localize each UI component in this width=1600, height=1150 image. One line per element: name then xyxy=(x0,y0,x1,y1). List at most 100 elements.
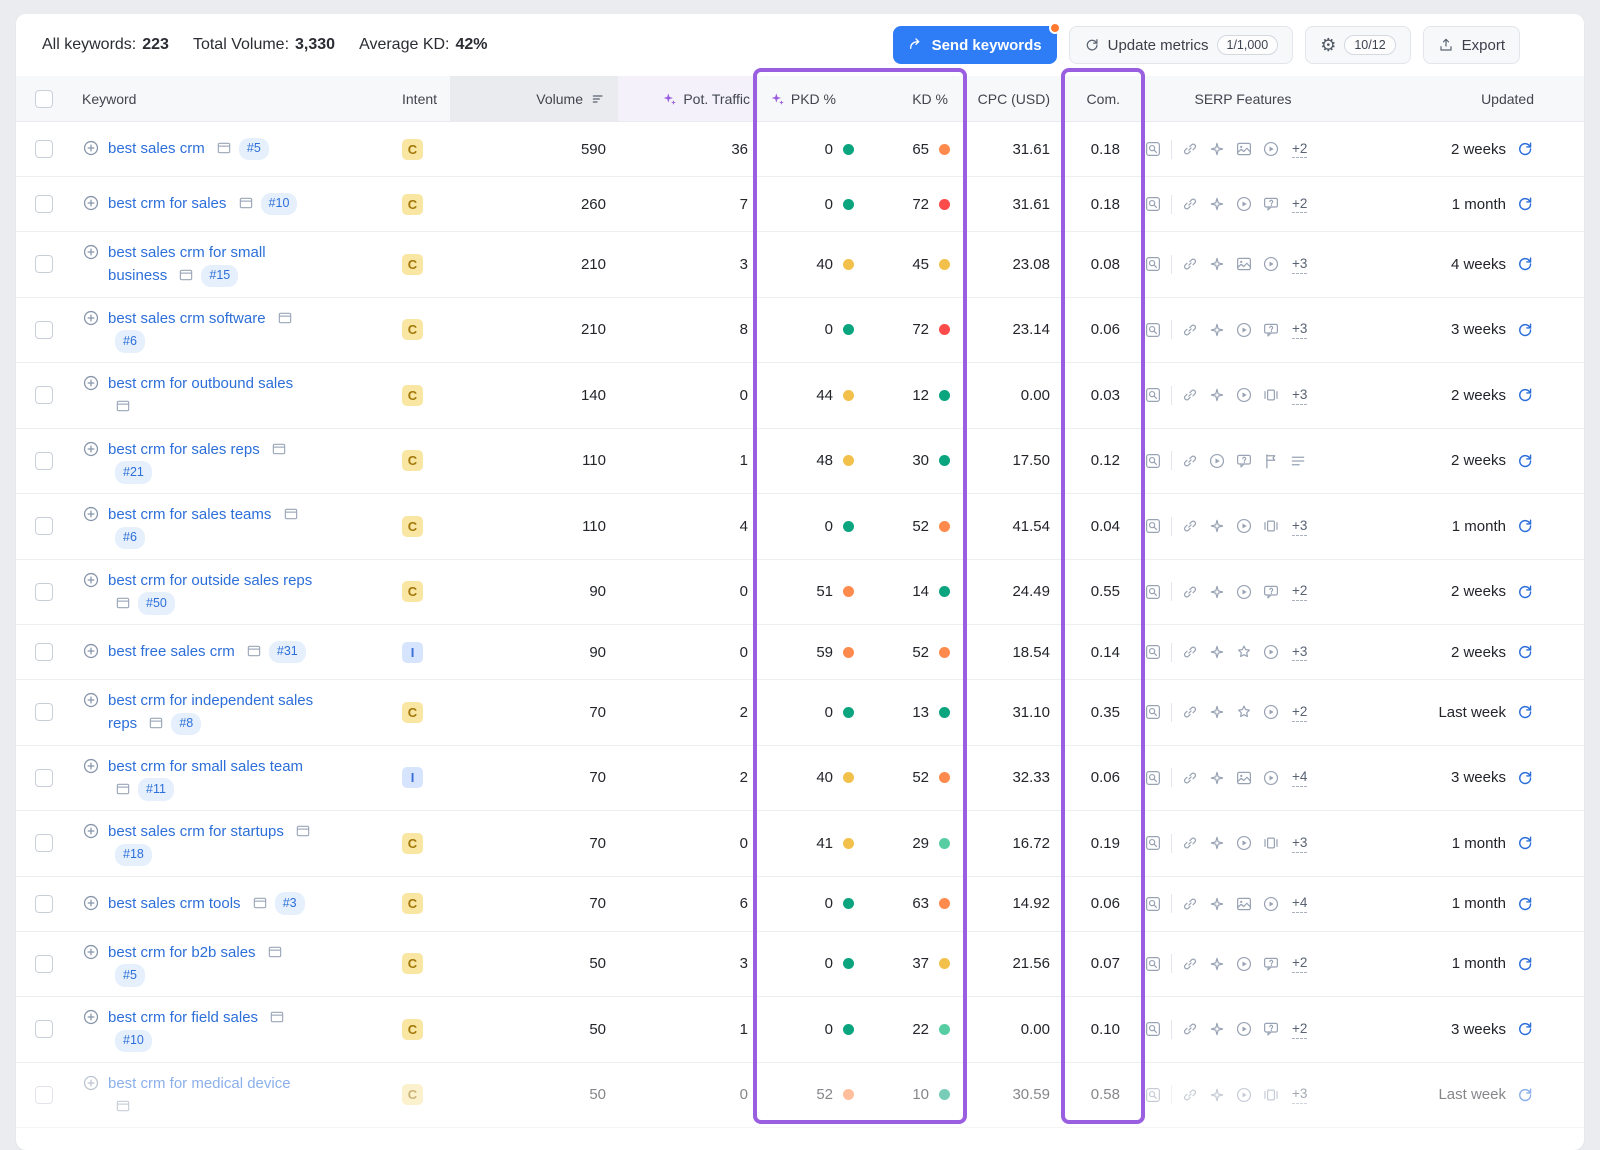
diamond-icon[interactable] xyxy=(1208,834,1226,852)
keyword-link[interactable]: best crm for sales teams xyxy=(108,506,271,523)
refresh-metrics-icon[interactable] xyxy=(1516,517,1534,535)
video-icon[interactable] xyxy=(1262,769,1280,787)
list-icon[interactable] xyxy=(1289,452,1307,470)
serp-preview-icon[interactable] xyxy=(295,823,311,839)
keyword-link[interactable]: best sales crm xyxy=(108,140,205,157)
position-badge[interactable]: #50 xyxy=(138,592,175,614)
serp-more-link[interactable]: +3 xyxy=(1292,834,1307,853)
link-icon[interactable] xyxy=(1181,386,1199,404)
refresh-metrics-icon[interactable] xyxy=(1516,583,1534,601)
add-keyword-icon[interactable] xyxy=(82,1008,100,1026)
faq-icon[interactable] xyxy=(1262,195,1280,213)
carousel-icon[interactable] xyxy=(1262,386,1280,404)
serp-more-link[interactable]: +2 xyxy=(1292,140,1307,159)
position-badge[interactable]: #18 xyxy=(115,844,152,866)
position-badge[interactable]: #6 xyxy=(115,330,145,352)
keyword-link[interactable]: best crm for outbound sales xyxy=(108,375,293,392)
serp-preview-icon[interactable] xyxy=(283,506,299,522)
intent-badge[interactable]: C xyxy=(402,953,423,974)
flag-icon[interactable] xyxy=(1262,452,1280,470)
serp-preview-icon[interactable] xyxy=(271,441,287,457)
serp-snapshot-icon[interactable] xyxy=(1144,140,1162,158)
row-checkbox[interactable] xyxy=(35,321,53,339)
serp-preview-icon[interactable] xyxy=(115,1098,131,1114)
keyword-link[interactable]: best crm for medical device xyxy=(108,1075,291,1092)
select-all-checkbox[interactable] xyxy=(35,90,53,108)
faq-icon[interactable] xyxy=(1262,321,1280,339)
video-icon[interactable] xyxy=(1262,140,1280,158)
link-icon[interactable] xyxy=(1181,1020,1199,1038)
star-icon[interactable] xyxy=(1235,703,1253,721)
carousel-icon[interactable] xyxy=(1262,834,1280,852)
sort-icon[interactable] xyxy=(590,91,606,107)
row-checkbox[interactable] xyxy=(35,769,53,787)
diamond-icon[interactable] xyxy=(1208,769,1226,787)
serp-more-link[interactable]: +3 xyxy=(1292,517,1307,536)
intent-badge[interactable]: I xyxy=(402,767,423,788)
settings-button[interactable]: ⚙ 10/12 xyxy=(1305,26,1410,64)
refresh-metrics-icon[interactable] xyxy=(1516,643,1534,661)
refresh-metrics-icon[interactable] xyxy=(1516,834,1534,852)
diamond-icon[interactable] xyxy=(1208,255,1226,273)
intent-badge[interactable]: C xyxy=(402,893,423,914)
intent-badge[interactable]: C xyxy=(402,385,423,406)
diamond-icon[interactable] xyxy=(1208,140,1226,158)
intent-badge[interactable]: C xyxy=(402,1084,423,1105)
serp-more-link[interactable]: +3 xyxy=(1292,1085,1307,1104)
image-icon[interactable] xyxy=(1235,255,1253,273)
add-keyword-icon[interactable] xyxy=(82,374,100,392)
video-icon[interactable] xyxy=(1235,834,1253,852)
update-metrics-button[interactable]: Update metrics 1/1,000 xyxy=(1069,26,1294,64)
serp-snapshot-icon[interactable] xyxy=(1144,386,1162,404)
row-checkbox[interactable] xyxy=(35,452,53,470)
keyword-link[interactable]: best sales crm software xyxy=(108,310,266,327)
serp-preview-icon[interactable] xyxy=(269,1009,285,1025)
keyword-link[interactable]: best sales crm for startups xyxy=(108,823,284,840)
link-icon[interactable] xyxy=(1181,140,1199,158)
link-icon[interactable] xyxy=(1181,834,1199,852)
column-header-cpc[interactable]: CPC (USD) xyxy=(962,76,1066,121)
intent-badge[interactable]: C xyxy=(402,450,423,471)
diamond-icon[interactable] xyxy=(1208,195,1226,213)
video-icon[interactable] xyxy=(1235,955,1253,973)
diamond-icon[interactable] xyxy=(1208,955,1226,973)
add-keyword-icon[interactable] xyxy=(82,309,100,327)
keyword-link[interactable]: best free sales crm xyxy=(108,643,235,660)
add-keyword-icon[interactable] xyxy=(82,194,100,212)
column-header-kd[interactable]: KD % xyxy=(862,76,962,121)
video-icon[interactable] xyxy=(1235,386,1253,404)
row-checkbox[interactable] xyxy=(35,834,53,852)
link-icon[interactable] xyxy=(1181,452,1199,470)
faq-icon[interactable] xyxy=(1262,1020,1280,1038)
keyword-link[interactable]: best crm for b2b sales xyxy=(108,944,256,961)
video-icon[interactable] xyxy=(1235,517,1253,535)
add-keyword-icon[interactable] xyxy=(82,440,100,458)
row-checkbox[interactable] xyxy=(35,140,53,158)
refresh-metrics-icon[interactable] xyxy=(1516,386,1534,404)
refresh-metrics-icon[interactable] xyxy=(1516,955,1534,973)
image-icon[interactable] xyxy=(1235,895,1253,913)
faq-icon[interactable] xyxy=(1262,583,1280,601)
add-keyword-icon[interactable] xyxy=(82,1074,100,1092)
refresh-metrics-icon[interactable] xyxy=(1516,1086,1534,1104)
serp-snapshot-icon[interactable] xyxy=(1144,955,1162,973)
serp-snapshot-icon[interactable] xyxy=(1144,255,1162,273)
add-keyword-icon[interactable] xyxy=(82,894,100,912)
refresh-metrics-icon[interactable] xyxy=(1516,255,1534,273)
intent-badge[interactable]: C xyxy=(402,581,423,602)
keyword-link[interactable]: best crm for independent sales reps xyxy=(108,692,313,732)
serp-preview-icon[interactable] xyxy=(115,781,131,797)
video-icon[interactable] xyxy=(1235,321,1253,339)
diamond-icon[interactable] xyxy=(1208,895,1226,913)
position-badge[interactable]: #21 xyxy=(115,461,152,483)
serp-preview-icon[interactable] xyxy=(216,140,232,156)
column-header-keyword[interactable]: Keyword xyxy=(72,76,394,121)
position-badge[interactable]: #31 xyxy=(269,641,306,663)
keyword-link[interactable]: best crm for sales xyxy=(108,195,226,212)
add-keyword-icon[interactable] xyxy=(82,139,100,157)
link-icon[interactable] xyxy=(1181,583,1199,601)
refresh-metrics-icon[interactable] xyxy=(1516,895,1534,913)
row-checkbox[interactable] xyxy=(35,195,53,213)
refresh-metrics-icon[interactable] xyxy=(1516,703,1534,721)
diamond-icon[interactable] xyxy=(1208,517,1226,535)
